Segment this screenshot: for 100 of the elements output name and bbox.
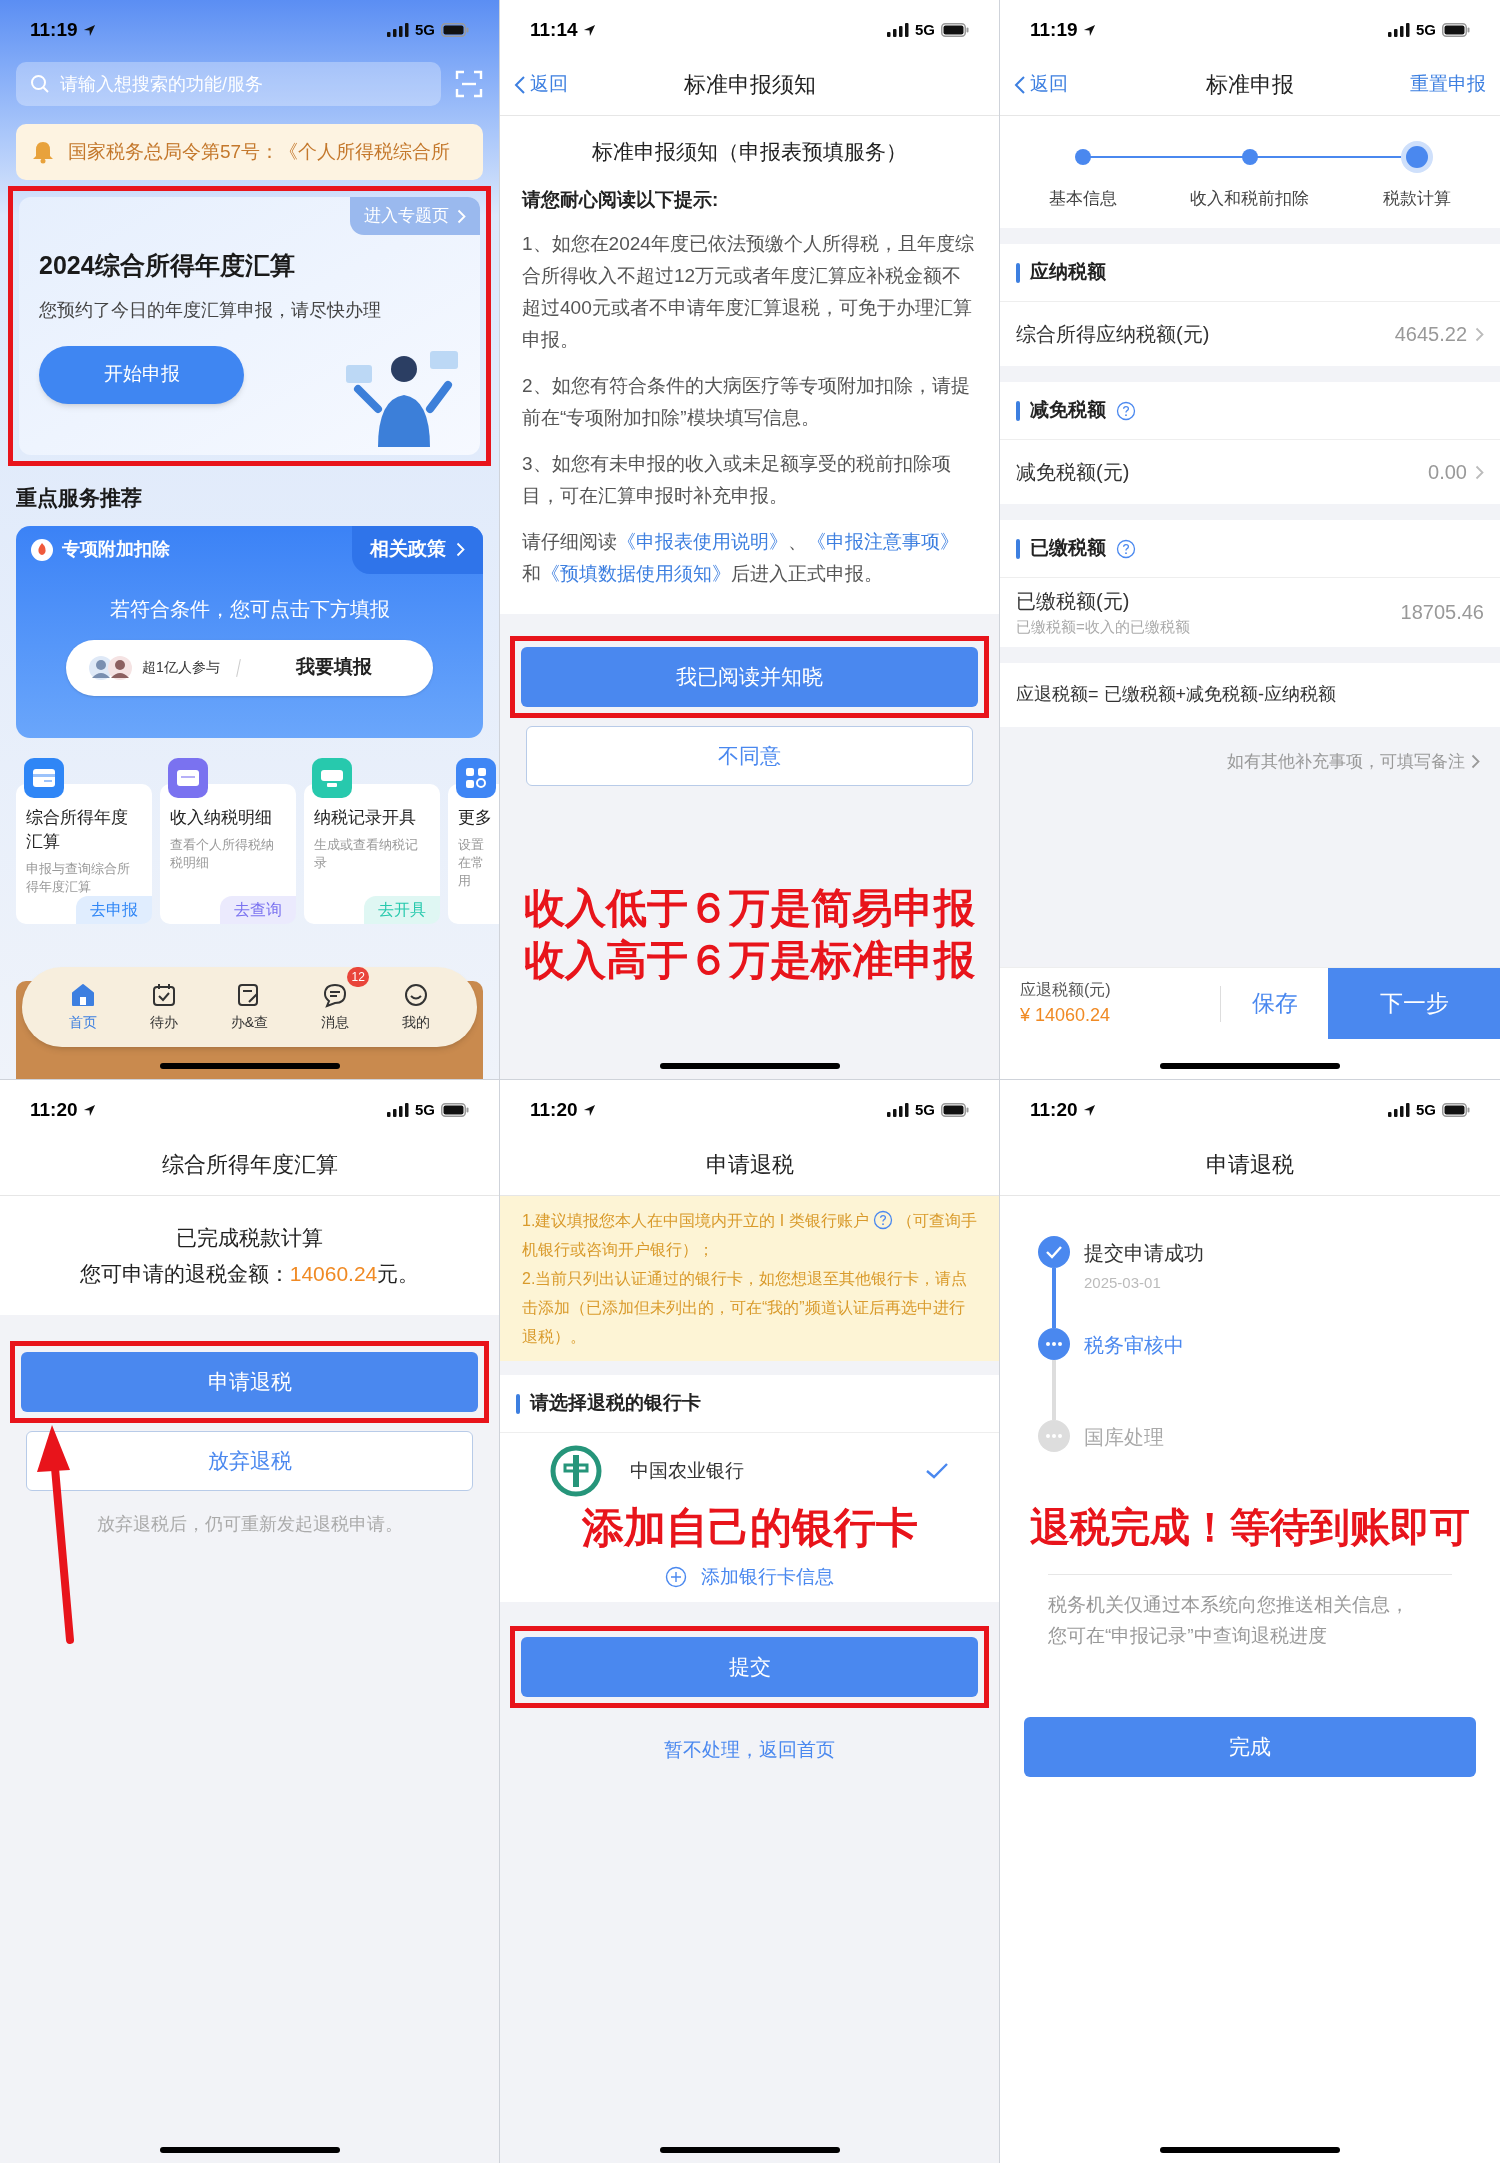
battery-icon: [441, 23, 469, 37]
step-label: 基本信息: [1049, 188, 1118, 210]
network-type: 5G: [915, 1099, 935, 1120]
location-icon: [1082, 23, 1096, 37]
signal-icon: [1388, 23, 1410, 37]
help-icon[interactable]: [1116, 538, 1136, 559]
service-card[interactable]: 综合所得年度汇算 申报与查询综合所得年度汇算 去申报: [16, 783, 152, 924]
page-title: 标准申报须知: [683, 71, 816, 99]
fill-in-button[interactable]: 我要填报: [256, 653, 411, 682]
tip-text: 1.建议填报您本人在中国境内开立的 I 类银行账户 （可查询手机银行或咨询开户银行）；: [522, 1209, 977, 1260]
chevron-right-icon: [1475, 326, 1484, 342]
service-title: 更多: [458, 806, 493, 829]
search-icon: [30, 74, 50, 94]
tab-item[interactable]: 消息: [321, 981, 350, 1033]
participants-count: 超1亿人参与: [142, 658, 220, 677]
reset-button[interactable]: 重置申报: [1410, 70, 1486, 99]
refund-note: 放弃退税后，仍可重新发起退税申请。: [95, 1513, 404, 1536]
service-icon[interactable]: [24, 757, 64, 798]
info-text: 税务机关仅通过本系统向您推送相关信息，您可在“申报记录”中查询退税进度: [1048, 1593, 1410, 1648]
deduction-prompt: 若符合条件，您可点击下方填报: [108, 596, 391, 622]
chevron-right-icon: [1471, 753, 1480, 769]
notification-badge: 12: [347, 967, 370, 987]
bank-name[interactable]: 中国农业银行: [630, 1456, 925, 1486]
disagree-button[interactable]: 不同意: [526, 726, 973, 786]
remark-link[interactable]: 如有其他补充事项，可填写备注: [1227, 748, 1480, 774]
network-type: 5G: [415, 1099, 435, 1120]
service-action-button[interactable]: 去查询: [220, 895, 296, 924]
tab-item[interactable]: 首页: [68, 981, 97, 1033]
start-filing-button[interactable]: 开始申报: [39, 345, 244, 404]
network-type: 5G: [1416, 1099, 1436, 1120]
notice-item: 2、如您有符合条件的大病医疗等专项附加扣除，请提前在“专项附加扣除”模块填写信息。: [522, 374, 971, 430]
location-icon: [1082, 1103, 1096, 1117]
section-accent-bar: [1016, 538, 1020, 559]
scan-icon[interactable]: [455, 70, 483, 98]
service-icon[interactable]: [168, 757, 208, 798]
service-description: 申报与查询综合所得年度汇算: [26, 860, 131, 896]
back-button[interactable]: 返回: [1014, 70, 1068, 99]
chevron-right-icon: [1475, 464, 1484, 480]
location-icon: [582, 23, 596, 37]
chevron-left-icon: [1014, 74, 1026, 95]
chevron-right-icon: [457, 208, 466, 224]
status-time: 11:20: [1030, 1097, 1078, 1122]
agree-button[interactable]: 我已阅读并知晓: [521, 647, 978, 707]
submit-button[interactable]: 提交: [521, 1636, 978, 1697]
service-icon[interactable]: [456, 757, 496, 798]
timeline-connector: [1052, 1268, 1056, 1328]
section-heading: 重点服务推荐: [15, 485, 143, 511]
apply-refund-button[interactable]: 申请退税: [21, 1352, 478, 1412]
page-title: 申请退税: [705, 1151, 794, 1179]
next-step-button[interactable]: 下一步: [1328, 968, 1500, 1039]
battery-icon: [441, 1103, 469, 1117]
service-action-button[interactable]: 去申报: [76, 895, 152, 924]
notice-intro: 请您耐心阅读以下提示:: [522, 187, 720, 212]
location-icon: [582, 1103, 596, 1117]
row-label: 减免税额(元): [1016, 460, 1130, 485]
notice-item: 3、如您有未申报的收入或未足额享受的税前扣除项目，可在汇算申报时补充申报。: [522, 452, 952, 508]
formula-text: 应退税额= 已缴税额+减免税额-应纳税额: [1016, 683, 1337, 706]
status-time: 11:20: [30, 1097, 78, 1122]
section-title: 应纳税额: [1030, 260, 1106, 285]
done-button[interactable]: 完成: [1024, 1717, 1476, 1777]
flame-icon: [30, 537, 54, 562]
service-action-button[interactable]: 去开具: [364, 895, 440, 924]
service-title: 收入纳税明细: [170, 806, 273, 829]
step-label: 收入和税前扣除: [1190, 188, 1310, 210]
tab-item[interactable]: 我的: [402, 981, 431, 1033]
reading-instructions: 请仔细阅读《申报表使用说明》、《申报注意事项》 和《预填数据使用须知》后进入正式申报。: [522, 530, 960, 586]
hero-title: 2024综合所得年度汇算: [39, 250, 296, 281]
add-bank-card-button[interactable]: 添加银行卡信息: [665, 1563, 834, 1592]
hero-subtitle: 您预约了今日的年度汇算申报，请尽快办理: [39, 298, 382, 322]
row-sublabel: 已缴税额=收入的已缴税额: [1016, 617, 1190, 637]
help-icon[interactable]: [1116, 400, 1136, 421]
chevron-left-icon: [514, 74, 526, 95]
save-button[interactable]: 保存: [1221, 968, 1328, 1039]
service-card[interactable]: 收入纳税明细 查看个人所得税纳税明细 去查询: [160, 783, 296, 924]
document-link[interactable]: 《申报表使用说明》: [617, 531, 788, 552]
document-link[interactable]: 《预填数据使用须知》: [541, 563, 731, 584]
document-link[interactable]: 《申报注意事项》: [807, 531, 959, 552]
section-accent-bar: [516, 1393, 520, 1414]
status-time: 11:19: [1030, 17, 1078, 42]
service-card[interactable]: 纳税记录开具 生成或查看纳税记录 去开具: [304, 783, 440, 924]
row-value: 0.00: [1428, 460, 1467, 485]
back-home-link[interactable]: 暂不处理，返回首页: [664, 1735, 835, 1764]
notice-bar[interactable]: 国家税务总局令第57号：《个人所得税综合所: [16, 124, 483, 180]
back-button[interactable]: 返回: [514, 70, 568, 99]
timeline-connector: [1052, 1360, 1056, 1420]
tab-item[interactable]: 待办: [149, 981, 178, 1033]
policy-link[interactable]: 相关政策: [352, 525, 483, 574]
section-accent-bar: [1016, 400, 1020, 421]
give-up-refund-button[interactable]: 放弃退税: [26, 1431, 473, 1491]
step-label: 提交申请成功: [1084, 1241, 1204, 1266]
signal-icon: [387, 1103, 409, 1117]
battery-icon: [1442, 1103, 1470, 1117]
location-icon: [82, 23, 96, 37]
service-card[interactable]: 更多 设置在常用: [448, 783, 499, 924]
tab-item[interactable]: 办&查: [230, 981, 269, 1033]
network-type: 5G: [915, 19, 935, 40]
topic-page-link[interactable]: 进入专题页: [350, 197, 480, 235]
service-icon[interactable]: [312, 757, 352, 798]
refund-amount-text: 您可申请的退税金额：14060.24元。: [78, 1260, 421, 1287]
help-icon[interactable]: [872, 1210, 893, 1230]
